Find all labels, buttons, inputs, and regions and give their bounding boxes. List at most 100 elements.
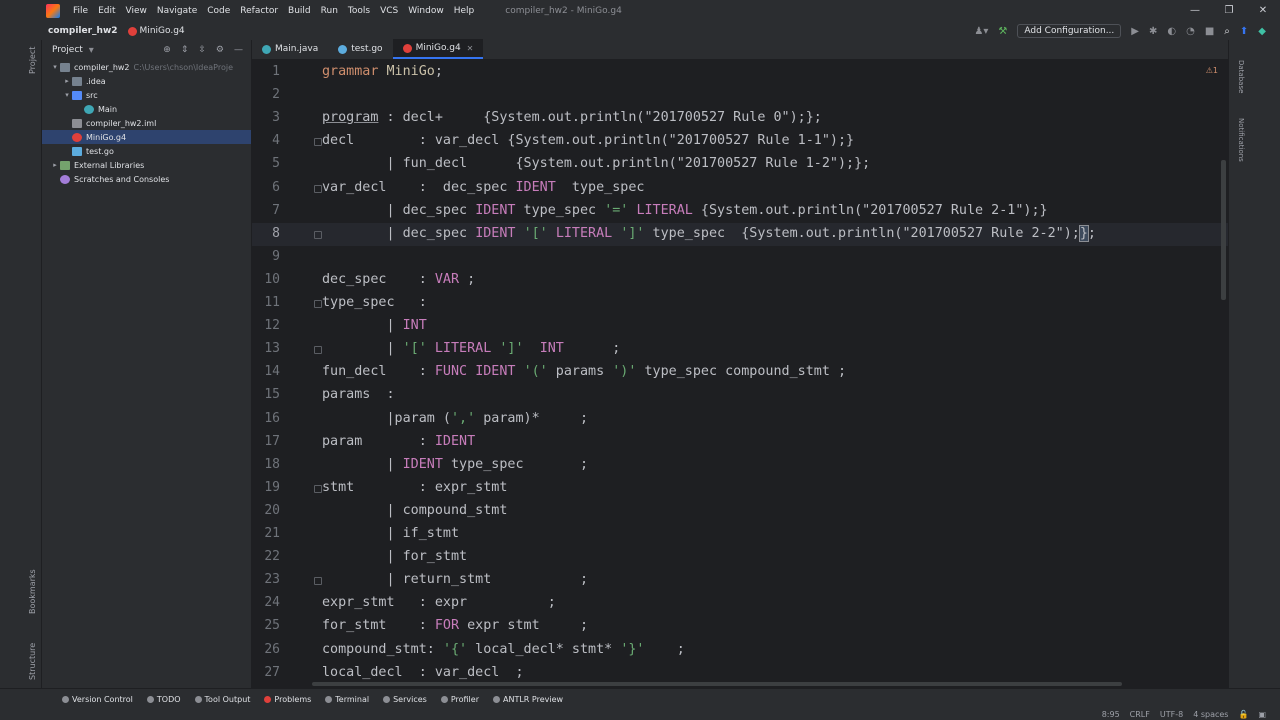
menu-code[interactable]: Code	[202, 6, 235, 16]
code-editor[interactable]: 1 grammar MiniGo; 2 3 program : decl+ {Syste…	[252, 60, 1228, 686]
code-line[interactable]: | IDENT type_spec ;	[322, 457, 588, 472]
tool-services[interactable]: Services	[383, 695, 427, 704]
horizontal-scrollbar[interactable]	[312, 682, 1122, 686]
search-icon[interactable]: ⌕	[1224, 26, 1230, 37]
tree-item[interactable]: ▾ src	[42, 88, 251, 102]
code-line[interactable]: params :	[322, 387, 395, 402]
tree-toggle-icon[interactable]: ▸	[62, 77, 72, 85]
code-line[interactable]: | dec_spec IDENT type_spec '=' LITERAL {…	[322, 203, 1047, 218]
breadcrumb-file[interactable]: MiniGo.g4	[127, 26, 185, 36]
hide-icon[interactable]: —	[234, 45, 243, 55]
code-line[interactable]: decl : var_decl {System.out.println("201…	[322, 133, 854, 148]
menu-build[interactable]: Build	[283, 6, 316, 16]
code-line[interactable]: expr_stmt : expr ;	[322, 595, 556, 610]
user-icon[interactable]: ♟▾	[974, 26, 988, 37]
vertical-scrollbar[interactable]	[1221, 160, 1226, 300]
debug-icon[interactable]: ✱	[1149, 26, 1157, 37]
tree-item[interactable]: ▸ External Libraries	[42, 158, 251, 172]
restore-button[interactable]: ❐	[1212, 0, 1246, 22]
menu-vcs[interactable]: VCS	[375, 6, 403, 16]
code-line[interactable]: | INT	[322, 318, 426, 333]
code-line[interactable]: |param (',' param)* ;	[322, 411, 588, 426]
fold-marker-icon[interactable]	[314, 577, 322, 586]
code-line[interactable]: program : decl+ {System.out.println("201…	[322, 110, 822, 125]
code-line[interactable]: | if_stmt	[322, 526, 459, 541]
menu-tools[interactable]: Tools	[343, 6, 375, 16]
tab-main-java[interactable]: Main.java	[252, 39, 328, 59]
tree-toggle-icon[interactable]: ▸	[50, 161, 60, 169]
code-line[interactable]: stmt : expr_stmt	[322, 480, 507, 495]
menu-navigate[interactable]: Navigate	[152, 6, 202, 16]
code-line[interactable]: | fun_decl {System.out.println("20170052…	[322, 156, 870, 171]
tree-item[interactable]: ▾ compiler_hw2 C:\Users\chson\IdeaProje	[42, 60, 251, 74]
build-hammer-icon[interactable]: ⚒	[998, 26, 1007, 37]
lock-icon[interactable]: 🔓	[1238, 710, 1248, 719]
tool-version-control[interactable]: Version Control	[62, 695, 133, 704]
inspection-warning-indicator[interactable]: ⚠1	[1206, 66, 1218, 75]
tree-toggle-icon[interactable]: ▾	[50, 63, 60, 71]
code-line[interactable]: for_stmt : FOR expr stmt ;	[322, 618, 588, 633]
menu-file[interactable]: File	[68, 6, 93, 16]
tool-terminal[interactable]: Terminal	[325, 695, 369, 704]
caret-position[interactable]: 8:95	[1102, 710, 1120, 719]
tree-toggle-icon[interactable]: ▾	[62, 91, 72, 99]
stop-icon[interactable]: ■	[1205, 26, 1214, 37]
chevron-down-icon[interactable]: ▾	[89, 45, 94, 56]
menu-run[interactable]: Run	[316, 6, 343, 16]
code-line[interactable]: param : IDENT	[322, 434, 475, 449]
minimize-button[interactable]: —	[1178, 0, 1212, 22]
menu-help[interactable]: Help	[449, 6, 480, 16]
fold-marker-icon[interactable]	[314, 138, 322, 147]
code-line[interactable]: type_spec :	[322, 295, 427, 310]
tab-test-go[interactable]: test.go	[328, 39, 392, 59]
tree-item[interactable]: ▸ .idea	[42, 74, 251, 88]
fold-marker-icon[interactable]	[314, 484, 322, 493]
menu-edit[interactable]: Edit	[93, 6, 120, 16]
tool-antlr-preview[interactable]: ANTLR Preview	[493, 695, 563, 704]
tool-todo[interactable]: TODO	[146, 695, 181, 704]
code-line[interactable]: grammar MiniGo;	[322, 64, 443, 79]
tool-tool-output[interactable]: Tool Output	[194, 695, 250, 704]
tool-profiler[interactable]: Profiler	[440, 695, 479, 704]
fold-marker-icon[interactable]	[314, 346, 322, 355]
database-tool-tab[interactable]: Database	[1237, 60, 1245, 93]
run-icon[interactable]: ▶	[1131, 26, 1139, 37]
coverage-icon[interactable]: ◐	[1167, 26, 1176, 37]
menu-refactor[interactable]: Refactor	[235, 6, 283, 16]
update-icon[interactable]: ⬆	[1240, 26, 1248, 37]
code-line[interactable]: dec_spec : VAR ;	[322, 272, 475, 287]
code-line[interactable]: local_decl : var_decl ;	[322, 665, 524, 680]
profile-icon[interactable]: ◔	[1186, 26, 1195, 37]
menu-window[interactable]: Window	[403, 6, 449, 16]
code-line[interactable]: compound_stmt: '{' local_decl* stmt* '}'…	[322, 642, 685, 657]
indent-setting[interactable]: 4 spaces	[1193, 710, 1228, 719]
line-separator[interactable]: CRLF	[1130, 710, 1150, 719]
tree-item[interactable]: MiniGo.g4	[42, 130, 251, 144]
code-line[interactable]: | for_stmt	[322, 549, 467, 564]
expand-all-icon[interactable]: ⇕	[181, 45, 189, 55]
bookmarks-tool-tab[interactable]: Bookmarks	[28, 569, 37, 614]
gear-icon[interactable]: ⚙	[216, 45, 224, 55]
fold-marker-icon[interactable]	[314, 230, 322, 239]
file-encoding[interactable]: UTF-8	[1160, 710, 1183, 719]
close-tab-icon[interactable]: ✕	[467, 44, 474, 53]
tree-item[interactable]: Main	[42, 102, 251, 116]
code-line[interactable]: | compound_stmt	[322, 503, 507, 518]
memory-indicator-icon[interactable]: ▣	[1258, 710, 1266, 719]
code-line[interactable]: var_decl : dec_spec IDENT type_spec	[322, 180, 644, 195]
code-line[interactable]: | '[' LITERAL ']' INT ;	[322, 341, 620, 356]
plugin-icon[interactable]: ◆	[1258, 26, 1266, 37]
fold-marker-icon[interactable]	[314, 300, 322, 308]
tab-minigo-g4[interactable]: MiniGo.g4 ✕	[392, 39, 484, 59]
project-panel-title[interactable]: Project	[52, 45, 83, 55]
fold-marker-icon[interactable]	[314, 184, 322, 193]
tree-item[interactable]: test.go	[42, 144, 251, 158]
tree-item[interactable]: Scratches and Consoles	[42, 172, 251, 186]
tree-item[interactable]: compiler_hw2.iml	[42, 116, 251, 130]
notifications-tool-tab[interactable]: Notifications	[1237, 118, 1245, 162]
code-line[interactable]: | return_stmt ;	[322, 572, 588, 587]
add-configuration-button[interactable]: Add Configuration...	[1017, 24, 1122, 38]
tool-problems[interactable]: Problems	[264, 695, 311, 704]
breadcrumb-project[interactable]: compiler_hw2	[0, 26, 118, 36]
menu-view[interactable]: View	[121, 6, 152, 16]
